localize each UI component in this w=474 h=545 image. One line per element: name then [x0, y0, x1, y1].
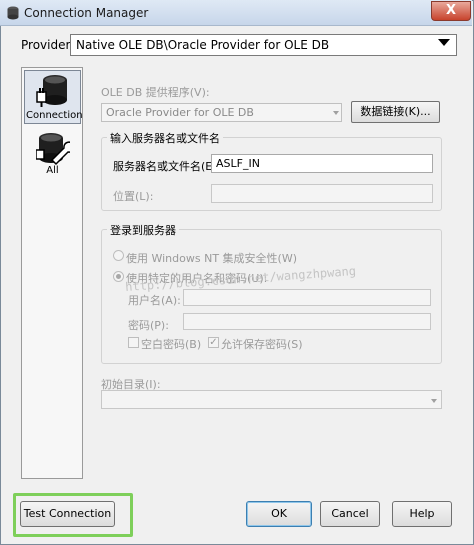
windows-nt-label: 使用 Windows NT 集成安全性(W) — [126, 252, 297, 265]
chevron-down-icon[interactable] — [438, 39, 450, 46]
cancel-button[interactable]: Cancel — [320, 501, 380, 527]
initial-catalog-select[interactable] — [101, 390, 442, 409]
provider-label: Provider: — [21, 38, 75, 52]
page-nav — [21, 67, 83, 479]
database-icon — [7, 6, 19, 20]
window-title: Connection Manager — [24, 6, 149, 20]
chevron-down-icon[interactable] — [333, 111, 339, 115]
radio-selected-dot — [116, 274, 121, 279]
server-group-title: 输入服务器名或文件名 — [107, 130, 223, 146]
location-label: 位置(L): — [113, 190, 154, 203]
chevron-down-icon[interactable] — [431, 399, 437, 403]
help-button[interactable]: Help — [392, 501, 452, 527]
password-label: 密码(P): — [128, 319, 169, 332]
test-connection-button[interactable]: Test Connection — [20, 501, 115, 527]
server-name-label: 服务器名或文件名(E): — [113, 160, 221, 173]
ok-button[interactable]: OK — [246, 501, 312, 527]
blank-password-checkbox[interactable] — [128, 337, 139, 348]
server-name-input[interactable]: ASLF_IN — [211, 154, 433, 173]
windows-nt-radio[interactable] — [113, 250, 124, 261]
provider-select[interactable]: Native OLE DB\Oracle Provider for OLE DB — [70, 34, 457, 56]
oledb-provider-select[interactable]: Oracle Provider for OLE DB — [101, 103, 342, 122]
username-input[interactable] — [183, 289, 431, 306]
location-input[interactable] — [211, 184, 433, 203]
username-label: 用户名(A): — [128, 294, 181, 307]
database-wrench-icon[interactable] — [36, 130, 70, 166]
oledb-provider-label: OLE DB 提供程序(V): — [101, 86, 210, 99]
close-button[interactable]: X — [431, 1, 471, 21]
nav-item-all-label[interactable]: All — [26, 165, 79, 176]
blank-password-label: 空白密码(B) — [141, 338, 202, 351]
password-input[interactable] — [183, 313, 431, 330]
database-plug-icon — [36, 75, 67, 107]
login-group-title: 登录到服务器 — [107, 222, 179, 238]
nav-item-connection-label: Connection — [26, 110, 83, 121]
data-links-button[interactable]: 数据链接(K)... — [351, 101, 440, 123]
allow-save-password-label: 允许保存密码(S) — [221, 338, 303, 351]
allow-save-password-checkbox[interactable]: ✓ — [208, 337, 219, 348]
